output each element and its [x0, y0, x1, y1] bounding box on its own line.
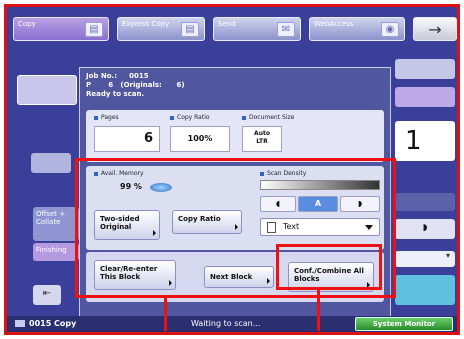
- copy-ratio-value: 100%: [170, 126, 230, 152]
- status-message: Waiting to scan...: [191, 319, 261, 328]
- original-type-value: Text: [283, 222, 300, 231]
- bg-right-bar: [395, 193, 455, 211]
- memory-disk-icon: [150, 183, 172, 192]
- status-job: 0015 Copy: [15, 319, 76, 328]
- job-info-panel: Pages Copy Ratio Document Size 6 100% Au…: [86, 110, 384, 162]
- status-bar: 0015 Copy Waiting to scan... System Moni…: [7, 316, 457, 332]
- avail-memory-label: Avail. Memory: [94, 170, 144, 177]
- scan-density-label: Scan Density: [260, 170, 306, 177]
- density-scale: [260, 180, 380, 190]
- pages-label: Pages: [94, 114, 119, 121]
- bg-small-button[interactable]: ⇤: [33, 285, 61, 305]
- bg-copy-panel: [17, 75, 77, 105]
- bg-density-right: ◗: [395, 219, 455, 239]
- copy-count-display: 1: [395, 121, 455, 161]
- copy-icon: ▤: [85, 22, 103, 37]
- finishing-label: Finishing: [36, 246, 67, 254]
- bg-dropdown: ▾: [395, 251, 455, 267]
- job-build-dialog: Job No.: 0015 P 6 (Originals: 6) Ready t…: [79, 67, 391, 317]
- tab-webaccess[interactable]: WebAccess ◉: [309, 17, 405, 41]
- density-lighter-button[interactable]: ◖: [260, 196, 296, 212]
- two-sided-original-button[interactable]: Two-sided Original: [94, 210, 160, 240]
- status-job-text: 0015 Copy: [29, 319, 77, 328]
- original-type-select[interactable]: Text: [260, 218, 380, 236]
- bg-right-button-2: [395, 87, 455, 107]
- document-icon: [267, 222, 276, 233]
- tab-express-copy[interactable]: Express Copy ▤: [117, 17, 205, 41]
- offset-collate-button[interactable]: Offset + Collate: [33, 207, 79, 241]
- arrow-right-icon: →: [428, 20, 442, 39]
- tab-express-label: Express Copy: [122, 20, 170, 28]
- block-actions-panel: Clear/Re-enter This Block Next Block Con…: [86, 252, 384, 302]
- density-auto-button[interactable]: A: [298, 196, 338, 212]
- scan-status: Ready to scan.: [86, 90, 145, 98]
- clear-reenter-block-button[interactable]: Clear/Re-enter This Block: [94, 260, 176, 290]
- tab-send-label: Send: [218, 20, 236, 28]
- system-monitor-button[interactable]: System Monitor: [355, 317, 453, 331]
- copy-ratio-label: Copy Ratio: [170, 114, 210, 121]
- offset-collate-label: Offset + Collate: [36, 210, 66, 226]
- copy-count: 1: [405, 126, 422, 156]
- next-block-button[interactable]: Next Block: [204, 266, 274, 288]
- express-copy-icon: ▤: [181, 22, 199, 37]
- copy-ratio-button[interactable]: Copy Ratio: [172, 210, 242, 234]
- bg-button: [31, 153, 71, 173]
- document-size-value: Auto LTR: [242, 126, 282, 152]
- pages-originals: P 6 (Originals: 6): [86, 81, 185, 89]
- pages-value: 6: [94, 126, 160, 152]
- tab-copy[interactable]: Copy ▤: [13, 17, 109, 41]
- density-darker-button[interactable]: ◗: [340, 196, 380, 212]
- globe-icon: ◉: [381, 22, 399, 37]
- bg-right-button-1: [395, 59, 455, 79]
- chevron-down-icon: [365, 225, 373, 230]
- copier-screen: Copy ▤ Express Copy ▤ Send ✉ WebAccess ◉ → O…: [4, 4, 460, 335]
- tab-web-label: WebAccess: [314, 20, 354, 28]
- tab-send[interactable]: Send ✉: [213, 17, 301, 41]
- job-number: Job No.: 0015: [86, 72, 149, 80]
- next-arrow-button[interactable]: →: [413, 17, 457, 41]
- tab-copy-label: Copy: [18, 20, 36, 28]
- bg-start-area: [395, 275, 455, 305]
- dialog-header: Job No.: 0015 P 6 (Originals: 6) Ready t…: [86, 72, 185, 99]
- document-size-label: Document Size: [242, 114, 294, 121]
- return-icon: ⇤: [42, 288, 52, 299]
- docsize-ltr: LTR: [256, 138, 268, 145]
- docsize-auto: Auto: [254, 130, 270, 137]
- conf-combine-all-blocks-button[interactable]: Conf./Combine All Blocks: [288, 262, 374, 292]
- settings-panel: Avail. Memory 99 % Scan Density ◖ A ◗ Te…: [86, 166, 384, 250]
- memory-value: 99 %: [120, 182, 142, 191]
- printer-icon: [15, 320, 25, 327]
- finishing-button[interactable]: Finishing: [33, 243, 79, 261]
- send-icon: ✉: [277, 22, 295, 37]
